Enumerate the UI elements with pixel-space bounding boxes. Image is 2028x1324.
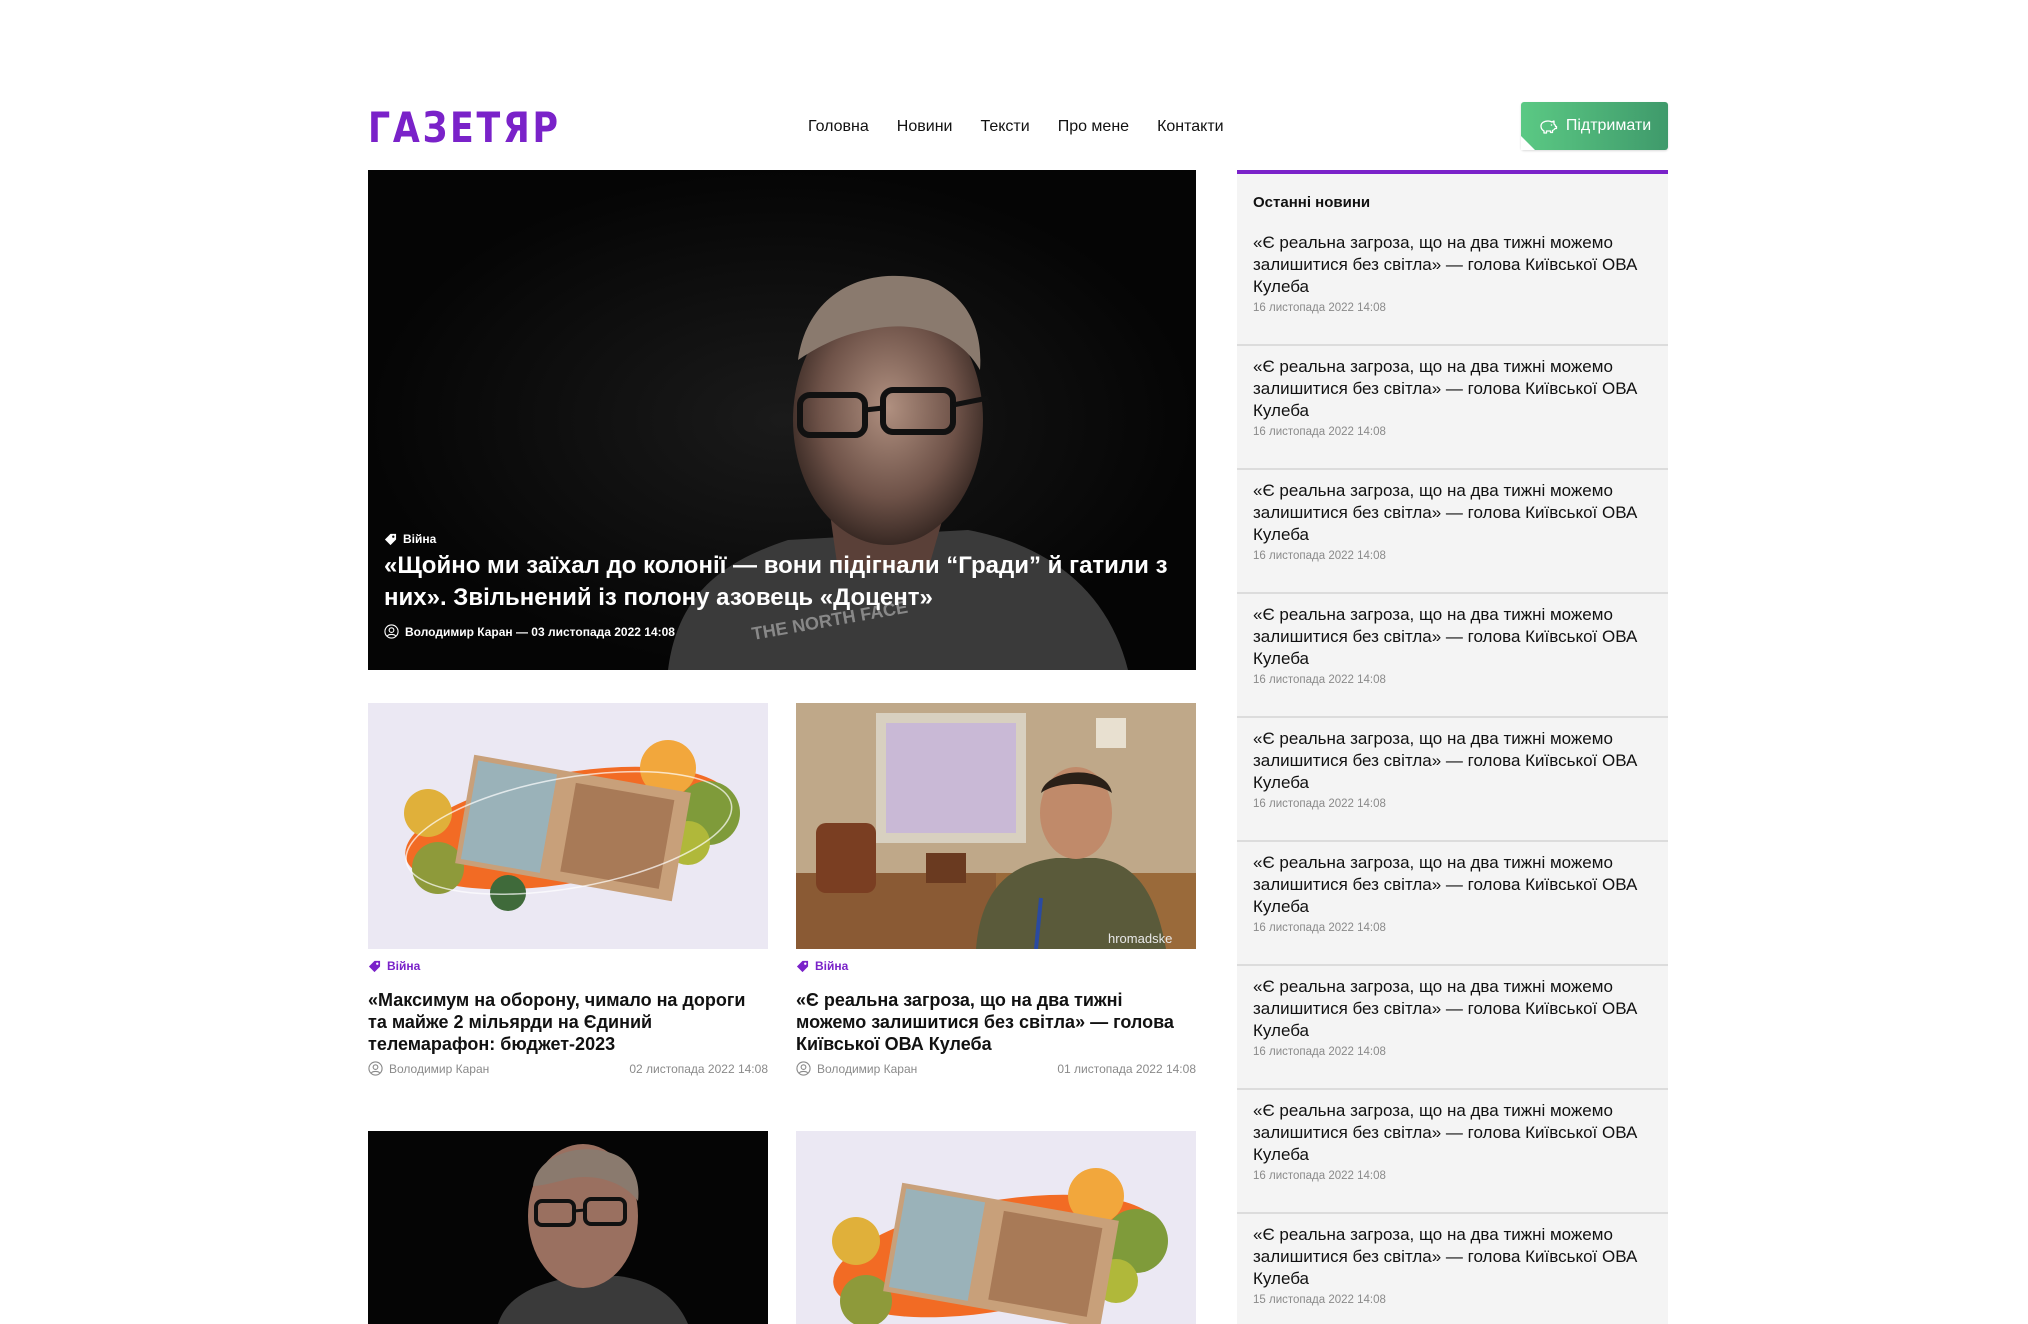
sidebar-title: Останні новини [1253,194,1371,211]
site-logo[interactable]: ГАЗЕТЯР [368,102,578,152]
latest-news-item[interactable]: «Є реальна загроза, що на два тижні може… [1237,966,1668,1090]
latest-news-title[interactable]: «Є реальна загроза, що на два тижні може… [1253,1224,1653,1290]
card-title[interactable]: «Максимум на оборону, чимало на дороги т… [368,989,768,1055]
piggy-bank-icon [1540,120,1557,134]
latest-news-title[interactable]: «Є реальна загроза, що на два тижні може… [1253,356,1653,422]
hero-category-label[interactable]: Війна [403,532,436,546]
latest-news-title[interactable]: «Є реальна загроза, що на два тижні може… [1253,604,1653,670]
support-corner-fold [1521,136,1535,150]
card-image-money[interactable] [368,703,768,949]
nav-link-texts[interactable]: Тексти [980,118,1029,136]
support-label[interactable]: Підтримати [1566,117,1651,135]
nav-link-home[interactable]: Головна [808,118,869,136]
card-title[interactable]: «Є реальна загроза, що на два тижні може… [796,989,1196,1055]
office-photo: hromadske [796,703,1196,949]
hero-meta: Володимир Каран — 03 листопада 2022 14:0… [384,624,675,639]
card-image-portrait[interactable] [368,1131,768,1324]
user-icon [384,624,399,639]
money-illustration [832,1168,1168,1324]
card-category-label[interactable]: Війна [387,959,420,973]
card-date: 02 листопада 2022 14:08 [629,1061,768,1076]
user-icon [796,1061,811,1076]
nav-link-contacts[interactable]: Контакти [1157,118,1224,136]
latest-news-date: 16 листопада 2022 14:08 [1253,550,1386,562]
article-card-budget[interactable]: Війна «Максимум на оборону, чимало на до… [368,703,768,1093]
logo-text[interactable]: ГАЗЕТЯР [368,103,561,152]
latest-news-item[interactable]: «Є реальна загроза, що на два тижні може… [1237,1090,1668,1214]
card-author[interactable]: Володимир Каран [796,1061,917,1076]
latest-news-title[interactable]: «Є реальна загроза, що на два тижні може… [1253,852,1653,918]
hero-meta-text: Володимир Каран — 03 листопада 2022 14:0… [405,624,675,639]
latest-news-item[interactable]: «Є реальна загроза, що на два тижні може… [1237,222,1668,346]
card-category-tag[interactable]: Війна [796,959,848,973]
card-image-office[interactable]: hromadske [796,703,1196,949]
latest-news-item[interactable]: «Є реальна загроза, що на два тижні може… [1237,842,1668,966]
main-nav: Головна Новини Тексти Про мене Контакти [808,102,1224,152]
hero-category-tag[interactable]: Війна [384,532,436,546]
site-header: ГАЗЕТЯР Головна Новини Тексти Про мене К… [368,102,1668,152]
tag-icon [368,960,381,972]
latest-news-date: 16 листопада 2022 14:08 [1253,1170,1386,1182]
card-image-money-2[interactable] [796,1131,1196,1324]
latest-news-date: 16 листопада 2022 14:08 [1253,922,1386,934]
portrait-photo [368,1131,768,1324]
latest-news-date: 16 листопада 2022 14:08 [1253,674,1386,686]
card-meta: Володимир Каран 01 листопада 2022 14:08 [796,1061,1196,1076]
hromadske-watermark: hromadske [1108,931,1172,946]
nav-link-news[interactable]: Новини [897,118,953,136]
nav-link-about[interactable]: Про мене [1058,118,1129,136]
card-author-name[interactable]: Володимир Каран [817,1062,917,1076]
latest-news-item[interactable]: «Є реальна загроза, що на два тижні може… [1237,718,1668,842]
money-illustration [404,740,740,911]
tag-icon [384,533,397,545]
latest-news-item[interactable]: «Є реальна загроза, що на два тижні може… [1237,346,1668,470]
latest-news-title[interactable]: «Є реальна загроза, що на два тижні може… [1253,976,1653,1042]
user-icon [368,1061,383,1076]
latest-news-item[interactable]: «Є реальна загроза, що на два тижні може… [1237,470,1668,594]
latest-news-date: 16 листопада 2022 14:08 [1253,798,1386,810]
latest-news-item[interactable]: «Є реальна загроза, що на два тижні може… [1237,1214,1668,1324]
latest-news-title[interactable]: «Є реальна загроза, що на два тижні може… [1253,480,1653,546]
support-button[interactable]: Підтримати [1521,102,1668,150]
card-category-tag[interactable]: Війна [368,959,420,973]
latest-news-date: 16 листопада 2022 14:08 [1253,302,1386,314]
latest-news-title[interactable]: «Є реальна загроза, що на два тижні може… [1253,232,1653,298]
card-meta: Володимир Каран 02 листопада 2022 14:08 [368,1061,768,1076]
latest-news-sidebar: Останні новини «Є реальна загроза, що на… [1237,170,1668,1324]
article-card-kuleba[interactable]: hromadske Війна «Є реальна загроза, що н… [796,703,1196,1093]
latest-news-title[interactable]: «Є реальна загроза, що на два тижні може… [1253,1100,1653,1166]
latest-news-title[interactable]: «Є реальна загроза, що на два тижні може… [1253,728,1653,794]
tag-icon [796,960,809,972]
card-author[interactable]: Володимир Каран [368,1061,489,1076]
hero-title[interactable]: «Щойно ми заїхал до колонії — вони підіг… [384,550,1184,614]
card-category-label[interactable]: Війна [815,959,848,973]
card-author-name[interactable]: Володимир Каран [389,1062,489,1076]
card-date: 01 листопада 2022 14:08 [1057,1061,1196,1076]
latest-news-date: 16 листопада 2022 14:08 [1253,426,1386,438]
latest-news-date: 16 листопада 2022 14:08 [1253,1046,1386,1058]
latest-news-item[interactable]: «Є реальна загроза, що на два тижні може… [1237,594,1668,718]
hero-article[interactable]: THE NORTH FACE Війна «Щойно ми заїхал до… [368,170,1196,670]
latest-news-date: 15 листопада 2022 14:08 [1253,1294,1386,1306]
